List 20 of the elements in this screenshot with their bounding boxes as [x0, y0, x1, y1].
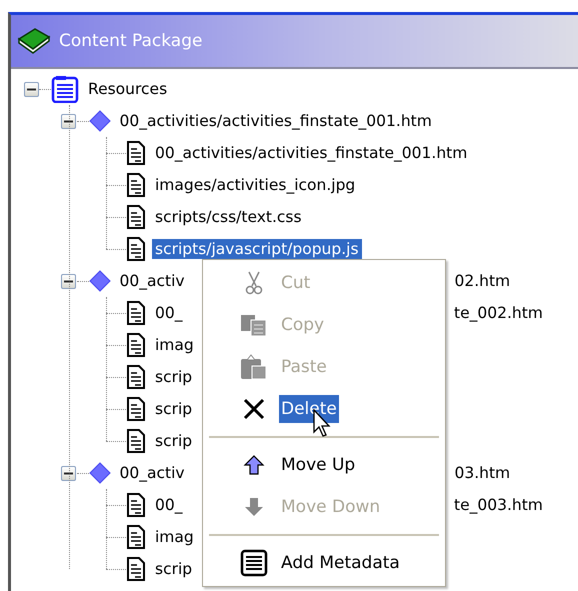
tree-item-label[interactable]: scrip: [152, 431, 196, 451]
tree-item-label[interactable]: 00_activities/activities_finstate_001.htm: [152, 143, 470, 163]
tree-item-label[interactable]: 00_activities/activities_finstate_001.htm: [116, 111, 435, 131]
tree-item-label: 03.htm: [454, 464, 510, 482]
tree-item-label[interactable]: scrip: [152, 367, 196, 387]
menu-item[interactable]: Delete: [203, 388, 445, 430]
tree-item-label[interactable]: images/activities_icon.jpg: [152, 175, 358, 195]
menu-item[interactable]: Move Up: [203, 444, 445, 486]
tree-item-label[interactable]: scripts/javascript/popup.js: [152, 239, 362, 259]
tree-item-label[interactable]: imag: [152, 335, 197, 355]
tree-item-label[interactable]: scrip: [152, 399, 196, 419]
tree-item-label: te_002.htm: [454, 304, 543, 322]
tree-item-label[interactable]: scrip: [152, 559, 196, 579]
panel-title: Content Package: [59, 31, 202, 51]
tree-item-label: te_003.htm: [454, 496, 543, 514]
tree-item-label[interactable]: imag: [152, 527, 197, 547]
tree-item-label[interactable]: Resources: [85, 79, 170, 99]
menu-item[interactable]: Add Metadata: [203, 542, 445, 584]
tree-item-label: 02.htm: [454, 272, 510, 290]
tree-item-label[interactable]: scripts/css/text.css: [152, 207, 305, 227]
